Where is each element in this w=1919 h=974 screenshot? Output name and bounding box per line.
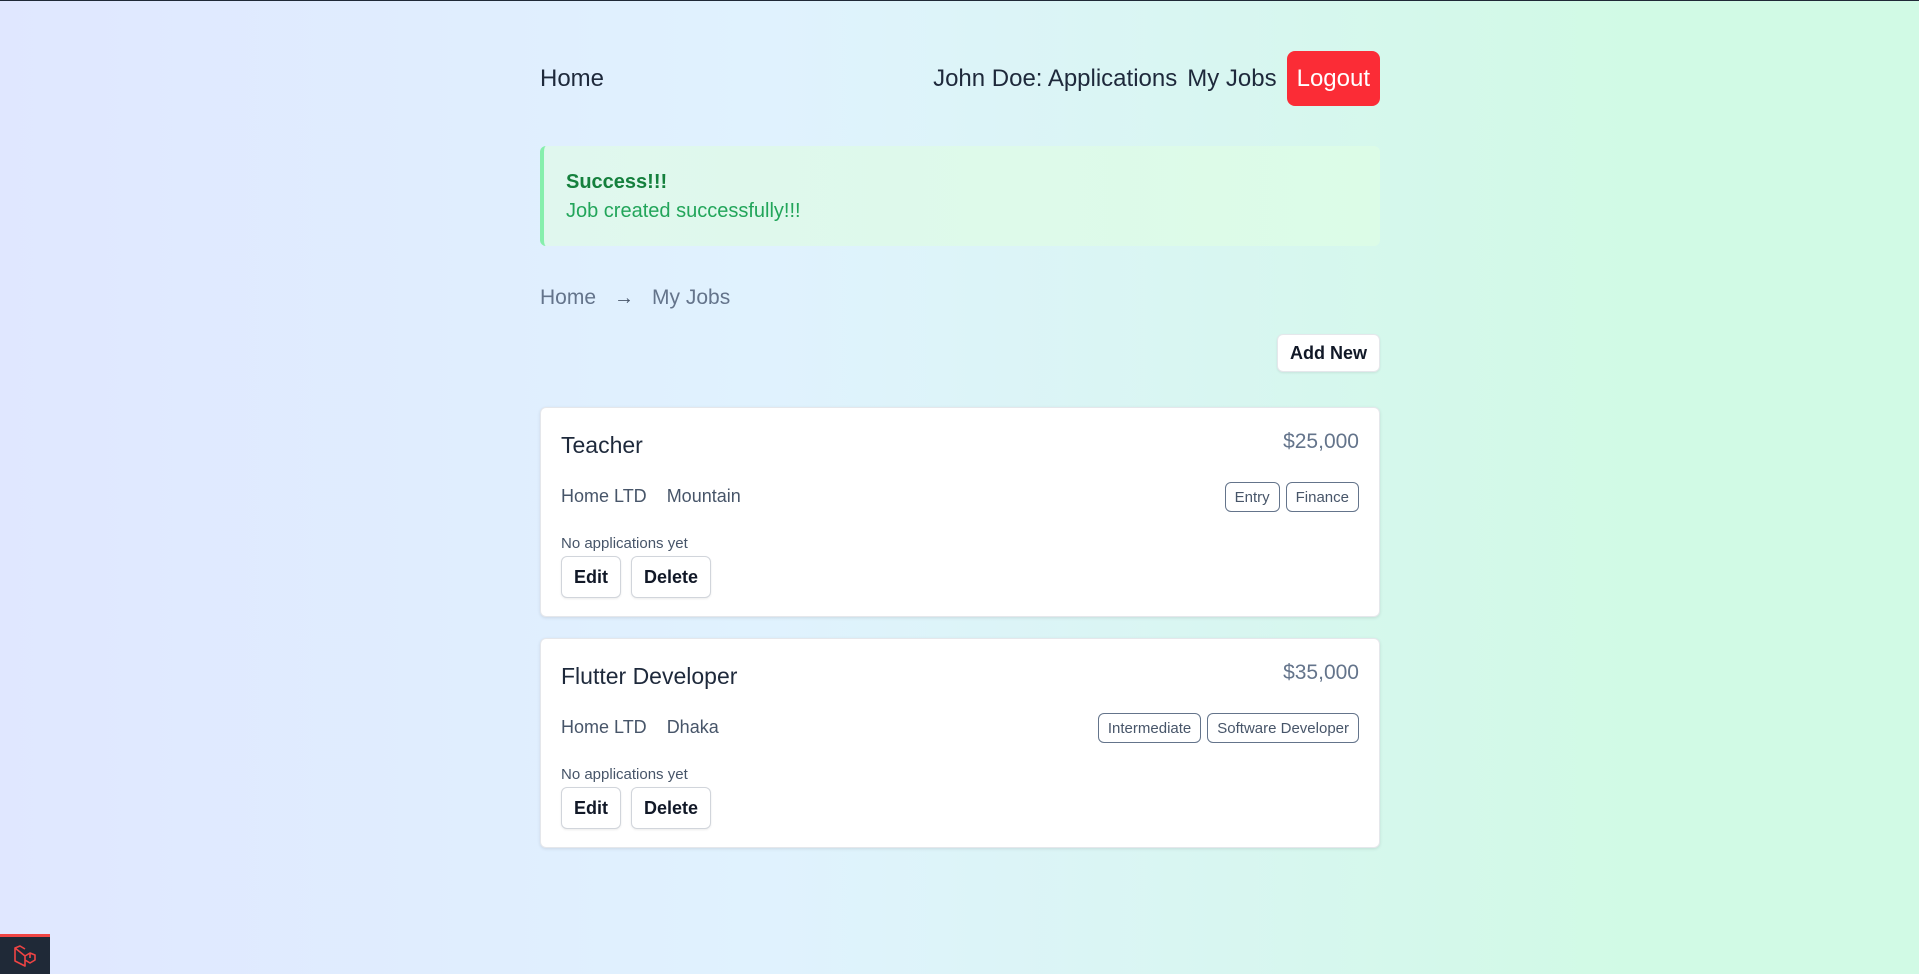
breadcrumb-home-link[interactable]: Home	[540, 286, 596, 310]
nav-right-group: John Doe: Applications My Jobs Logout	[933, 51, 1380, 106]
job-company: Home LTD	[561, 486, 647, 506]
breadcrumb-current: My Jobs	[652, 286, 731, 309]
success-alert: Success!!! Job created successfully!!!	[540, 146, 1380, 246]
main-nav: Home John Doe: Applications My Jobs Logo…	[540, 51, 1380, 106]
delete-button[interactable]: Delete	[631, 787, 712, 829]
job-meta: Home LTD Mountain	[561, 486, 741, 507]
job-salary: $25,000	[1283, 430, 1359, 453]
job-title: Teacher	[561, 432, 643, 458]
job-title: Flutter Developer	[561, 663, 738, 689]
arrow-right-icon: →	[614, 286, 635, 309]
alert-message: Job created successfully!!!	[566, 200, 801, 222]
job-salary: $35,000	[1283, 661, 1359, 684]
add-new-button[interactable]: Add New	[1276, 334, 1380, 372]
alert-title: Success!!!	[566, 171, 668, 193]
nav-my-jobs-link[interactable]: My Jobs	[1187, 65, 1276, 93]
nav-home-link[interactable]: Home	[540, 65, 604, 93]
job-application-status: No applications yet	[561, 535, 688, 552]
delete-button[interactable]: Delete	[631, 556, 712, 598]
job-tag[interactable]: Entry	[1224, 482, 1280, 512]
job-tags: Intermediate Software Developer	[1097, 713, 1359, 743]
job-company: Home LTD	[561, 717, 647, 737]
job-card: Teacher $25,000 Home LTD Mountain Entry …	[540, 407, 1380, 617]
logout-button[interactable]: Logout	[1286, 51, 1380, 106]
job-meta: Home LTD Dhaka	[561, 717, 719, 738]
laravel-logo-icon	[14, 944, 36, 967]
job-tags: Entry Finance	[1224, 482, 1359, 512]
nav-applications-link[interactable]: John Doe: Applications	[933, 65, 1177, 93]
job-tag[interactable]: Intermediate	[1097, 713, 1202, 743]
job-application-status: No applications yet	[561, 766, 688, 783]
job-card: Flutter Developer $35,000 Home LTD Dhaka…	[540, 638, 1380, 848]
top-border	[0, 0, 1919, 1]
job-location: Mountain	[666, 486, 741, 506]
job-tag[interactable]: Software Developer	[1207, 713, 1359, 743]
edit-button[interactable]: Edit	[561, 787, 621, 829]
debug-toolbar-toggle[interactable]	[0, 934, 50, 974]
job-location: Dhaka	[666, 717, 719, 737]
job-tag[interactable]: Finance	[1285, 482, 1359, 512]
breadcrumb: Home → My Jobs	[540, 286, 730, 310]
job-actions: Edit Delete	[561, 556, 712, 598]
job-actions: Edit Delete	[561, 787, 712, 829]
edit-button[interactable]: Edit	[561, 556, 621, 598]
